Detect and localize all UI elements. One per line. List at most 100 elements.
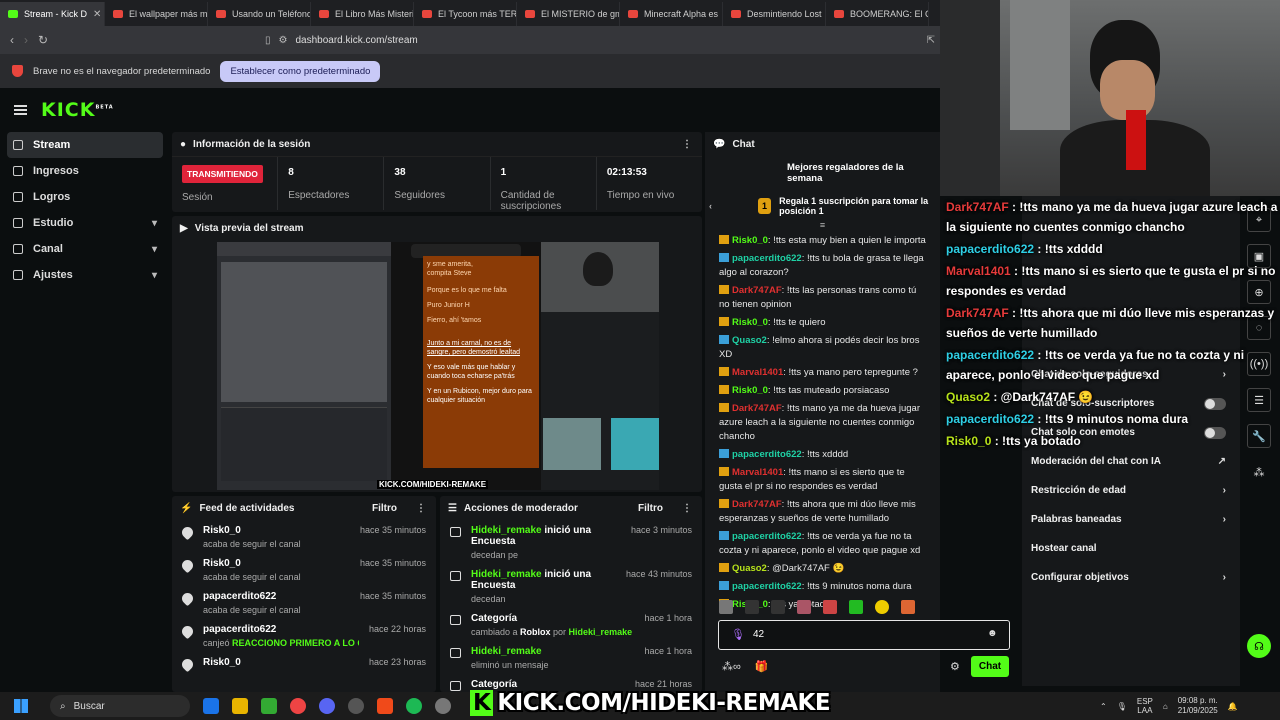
chat-username[interactable]: papacerdito622 bbox=[732, 449, 802, 460]
app-icon[interactable] bbox=[261, 698, 277, 714]
clock[interactable]: 09:08 p. m. 21/09/2025 bbox=[1178, 696, 1218, 716]
people-icon[interactable]: ⁂ bbox=[1247, 460, 1271, 484]
menu-item[interactable]: Palabras baneadas › bbox=[1022, 505, 1240, 534]
chat-username[interactable]: papacerdito622 bbox=[732, 581, 802, 592]
mic-icon[interactable]: 🎙 bbox=[731, 628, 745, 641]
emote-icon[interactable] bbox=[823, 600, 837, 614]
sidebar-item-logros[interactable]: Logros bbox=[7, 184, 163, 210]
brave-icon[interactable] bbox=[377, 698, 393, 714]
language-indicator[interactable]: ESP LAA bbox=[1137, 697, 1153, 715]
stream-preview-video[interactable]: y sme amerita, compita Steve Porque es l… bbox=[217, 242, 659, 490]
emote-icon[interactable] bbox=[771, 600, 785, 614]
emote-icon[interactable] bbox=[745, 600, 759, 614]
chrome-icon[interactable] bbox=[290, 698, 306, 714]
mod-user[interactable]: Hideki_remake bbox=[471, 569, 542, 580]
more-icon[interactable]: ⋮ bbox=[682, 139, 692, 150]
sidebar-item-estudio[interactable]: Estudio ▾ bbox=[7, 210, 163, 236]
detail-user[interactable]: Hideki_remake bbox=[569, 627, 633, 637]
mod-user[interactable]: Hideki_remake bbox=[471, 646, 542, 657]
address-bar[interactable]: ▯ ⚙ dashboard.kick.com/stream ⇱ bbox=[265, 31, 945, 50]
emote-icon[interactable] bbox=[849, 600, 863, 614]
browser-tab[interactable]: El wallpaper más m bbox=[105, 2, 208, 26]
sidebar-item-stream[interactable]: Stream bbox=[7, 132, 163, 158]
people-icon[interactable]: ⁂∞ bbox=[722, 660, 741, 673]
site-info-icon[interactable]: ⚙ bbox=[279, 35, 288, 46]
mods-filter-button[interactable]: Filtro bbox=[638, 503, 663, 514]
emote-icon[interactable] bbox=[901, 600, 915, 614]
spotify-icon[interactable] bbox=[406, 698, 422, 714]
mod-user[interactable]: Categoría bbox=[471, 613, 517, 624]
menu-item[interactable]: Restricción de edad › bbox=[1022, 476, 1240, 505]
chat-username[interactable]: Dark747AF bbox=[732, 403, 782, 414]
network-icon[interactable]: ⌂ bbox=[1163, 702, 1168, 711]
emote-icon[interactable] bbox=[719, 600, 733, 614]
sidebar-item-canal[interactable]: Canal ▾ bbox=[7, 236, 163, 262]
taskbar-search[interactable]: ⌕ Buscar bbox=[50, 695, 190, 717]
chevron-down-icon[interactable]: ▾ bbox=[152, 244, 157, 255]
chat-username[interactable]: Quaso2 bbox=[732, 335, 767, 346]
browser-tab[interactable]: El Libro Más Misterio bbox=[311, 2, 414, 26]
settings-icon[interactable] bbox=[435, 698, 451, 714]
sidebar-item-ingresos[interactable]: Ingresos bbox=[7, 158, 163, 184]
chat-username[interactable]: Risk0_0 bbox=[732, 317, 768, 328]
app-icon[interactable] bbox=[203, 698, 219, 714]
feed-user[interactable]: papacerdito622 bbox=[203, 624, 359, 635]
chevron-up-icon[interactable]: ⌃ bbox=[1100, 702, 1107, 711]
browser-tab[interactable]: Desmintiendo Lost bbox=[723, 2, 826, 26]
discord-icon[interactable] bbox=[319, 698, 335, 714]
obs-icon[interactable] bbox=[348, 698, 364, 714]
kick-logo[interactable]: KICKBETA bbox=[41, 99, 114, 121]
feed-user[interactable]: Risk0_0 bbox=[203, 558, 350, 569]
back-icon[interactable]: ‹ bbox=[10, 33, 14, 47]
chat-input[interactable]: 🎙 42 ☻ bbox=[718, 620, 1010, 650]
windows-start-icon[interactable] bbox=[14, 699, 28, 713]
feed-user[interactable]: Risk0_0 bbox=[203, 657, 359, 668]
feed-filter-button[interactable]: Filtro bbox=[372, 503, 397, 514]
chat-username[interactable]: Marval1401 bbox=[732, 467, 783, 478]
bookmark-icon[interactable]: ▯ bbox=[265, 35, 271, 46]
chat-username[interactable]: Dark747AF bbox=[732, 499, 782, 510]
feed-user[interactable]: Risk0_0 bbox=[203, 525, 350, 536]
menu-item[interactable]: Hostear canal bbox=[1022, 534, 1240, 563]
forward-icon[interactable]: › bbox=[24, 33, 28, 47]
close-tab-icon[interactable]: ✕ bbox=[93, 9, 101, 20]
browser-tab[interactable]: El MISTERIO de gm bbox=[517, 2, 620, 26]
more-icon[interactable]: ⋮ bbox=[682, 503, 692, 514]
menu-item[interactable]: Configurar objetivos › bbox=[1022, 563, 1240, 592]
pin-icon[interactable]: ≡ bbox=[705, 220, 940, 230]
browser-tab[interactable]: Stream - Kick D ✕ bbox=[0, 2, 105, 26]
chat-username[interactable]: Dark747AF bbox=[732, 285, 782, 296]
chat-username[interactable]: Quaso2 bbox=[732, 563, 767, 574]
chat-username[interactable]: papacerdito622 bbox=[732, 531, 802, 542]
set-default-button[interactable]: Establecer como predeterminado bbox=[220, 60, 381, 82]
gift-icon[interactable]: 🎁 bbox=[755, 660, 769, 673]
reload-icon[interactable]: ↻ bbox=[38, 33, 48, 47]
feed-user[interactable]: papacerdito622 bbox=[203, 591, 350, 602]
emote-icon[interactable] bbox=[797, 600, 811, 614]
chevron-left-icon[interactable]: ‹ bbox=[709, 201, 712, 211]
browser-tab[interactable]: El Tycoon más TERR bbox=[414, 2, 517, 26]
folder-icon[interactable] bbox=[232, 698, 248, 714]
chevron-down-icon[interactable]: ▾ bbox=[152, 218, 157, 229]
send-chat-button[interactable]: Chat bbox=[971, 656, 1009, 677]
mod-user[interactable]: Categoría bbox=[471, 679, 517, 690]
browser-tab[interactable]: Minecraft Alpha es bbox=[620, 2, 723, 26]
share-icon[interactable]: ⇱ bbox=[927, 35, 935, 46]
chevron-down-icon[interactable]: ▾ bbox=[152, 270, 157, 281]
emoji-icon[interactable]: ☻ bbox=[987, 628, 998, 639]
settings-gear-icon[interactable]: ⚙ bbox=[950, 660, 960, 673]
chat-username[interactable]: Marval1401 bbox=[732, 367, 783, 378]
mic-icon[interactable]: 🎙 bbox=[1117, 702, 1127, 711]
menu-icon[interactable] bbox=[14, 105, 27, 115]
chat-username[interactable]: Risk0_0 bbox=[732, 235, 768, 246]
chat-username[interactable]: papacerdito622 bbox=[732, 253, 802, 264]
mod-user[interactable]: Hideki_remake bbox=[471, 525, 542, 536]
sidebar-item-ajustes[interactable]: Ajustes ▾ bbox=[7, 262, 163, 288]
emote-icon[interactable] bbox=[875, 600, 889, 614]
notification-icon[interactable]: 🔔 bbox=[1228, 702, 1238, 711]
browser-tab[interactable]: Usando un Teléfono bbox=[208, 2, 311, 26]
chat-username[interactable]: Risk0_0 bbox=[732, 385, 768, 396]
more-icon[interactable]: ⋮ bbox=[416, 503, 426, 514]
support-icon[interactable]: ☊ bbox=[1247, 634, 1271, 658]
browser-tab[interactable]: BOOMERANG: El C bbox=[826, 2, 929, 26]
